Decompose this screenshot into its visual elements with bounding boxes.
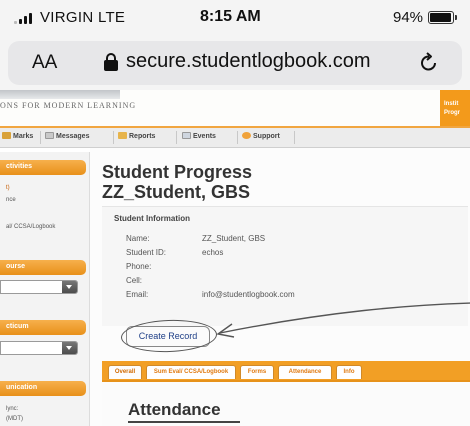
chevron-down-icon	[62, 281, 77, 293]
student-tabs: Overall Sum Eval/ CCSA/Logbook Forms Att…	[102, 361, 470, 382]
nav-divider	[237, 131, 238, 144]
signal-bars-icon	[14, 13, 36, 24]
phone-label: Phone:	[126, 262, 152, 271]
email-label: Email:	[126, 290, 149, 299]
name-label: Name:	[126, 234, 150, 243]
page-title: Student Progress ZZ_Student, GBS	[102, 162, 252, 202]
nav-messages[interactable]: Messages	[45, 132, 89, 140]
nav-label: Reports	[129, 133, 156, 140]
nav-divider	[176, 131, 177, 144]
browser-address-bar: AA secure.studentlogbook.com	[0, 34, 470, 90]
lock-icon	[104, 53, 118, 71]
sidebar-communication-header: unication	[0, 381, 86, 396]
tab-info[interactable]: Info	[336, 365, 362, 379]
status-bar: VIRGIN LTE 8:15 AM 94%	[0, 0, 470, 34]
nav-divider	[113, 131, 114, 144]
student-id-value: echos	[202, 248, 224, 257]
institution-line: Instit	[444, 101, 459, 107]
battery-icon	[428, 11, 457, 24]
tab-forms[interactable]: Forms	[240, 365, 274, 379]
annotation-arrow-icon	[216, 302, 470, 338]
chevron-down-icon	[62, 342, 77, 354]
sidebar-course-header: ourse	[0, 260, 86, 275]
top-nav: Marks Messages Reports Events Support	[0, 128, 470, 148]
site-tagline: ONS FOR MODERN LEARNING	[0, 101, 137, 110]
web-page: ONS FOR MODERN LEARNING Instit Progr Mar…	[0, 90, 470, 426]
student-name-title: ZZ_Student, GBS	[102, 182, 250, 202]
attendance-heading: Attendance	[128, 400, 221, 419]
practicum-select[interactable]	[0, 341, 78, 355]
text-size-button[interactable]: AA	[32, 52, 57, 74]
page-title-line: Student Progress	[102, 162, 253, 182]
reports-icon	[118, 132, 127, 139]
name-value: ZZ_Student, GBS	[202, 234, 266, 243]
sidebar-activities-header: ctivities	[0, 160, 86, 175]
url-field[interactable]: AA secure.studentlogbook.com	[8, 41, 462, 85]
sync-time: (MDT)	[6, 416, 23, 422]
nav-divider	[40, 131, 41, 144]
heading-underline	[128, 421, 240, 423]
sync-label: lync:	[6, 406, 19, 412]
nav-reports[interactable]: Reports	[118, 132, 155, 140]
tab-sum-eval[interactable]: Sum Eval/ CCSA/Logbook	[146, 365, 236, 379]
events-icon	[182, 132, 191, 139]
email-value: info@studentlogbook.com	[202, 290, 295, 299]
support-icon	[242, 132, 251, 139]
nav-events[interactable]: Events	[182, 132, 216, 140]
main-content: Student Progress ZZ_Student, GBS Student…	[90, 148, 470, 426]
nav-label: Support	[253, 133, 280, 140]
url-text[interactable]: secure.studentlogbook.com	[126, 50, 371, 73]
nav-divider	[294, 131, 295, 144]
student-id-label: Student ID:	[126, 248, 167, 257]
site-logo	[0, 90, 120, 99]
sidebar-attendance-text[interactable]: nce	[6, 197, 16, 203]
messages-icon	[45, 132, 54, 139]
nav-marks[interactable]: Marks	[2, 132, 33, 140]
course-select[interactable]	[0, 280, 78, 294]
nav-label: Messages	[56, 133, 90, 140]
carrier-label: VIRGIN LTE	[40, 9, 126, 26]
cell-label: Cell:	[126, 276, 143, 285]
nav-label: Marks	[13, 133, 34, 140]
site-header: ONS FOR MODERN LEARNING Instit Progr	[0, 90, 470, 126]
marks-icon	[2, 132, 11, 139]
student-info-heading: Student Information	[114, 214, 190, 223]
sidebar-eval-text[interactable]: al/ CCSA/Logbook	[6, 224, 55, 230]
sidebar-practicum-header: cticum	[0, 320, 86, 335]
sidebar: ctivities t) nce al/ CCSA/Logbook ourse …	[0, 152, 90, 426]
institution-box[interactable]: Instit Progr	[440, 90, 470, 126]
tab-overall[interactable]: Overall	[108, 365, 142, 379]
nav-label: Events	[193, 133, 216, 140]
battery-percent: 94%	[393, 9, 424, 26]
sidebar-activities-link[interactable]: t)	[6, 185, 10, 191]
nav-support[interactable]: Support	[242, 132, 280, 140]
status-time: 8:15 AM	[200, 8, 261, 25]
reload-icon[interactable]	[418, 52, 440, 74]
program-line: Progr	[444, 110, 461, 116]
tab-attendance[interactable]: Attendance	[278, 365, 332, 379]
